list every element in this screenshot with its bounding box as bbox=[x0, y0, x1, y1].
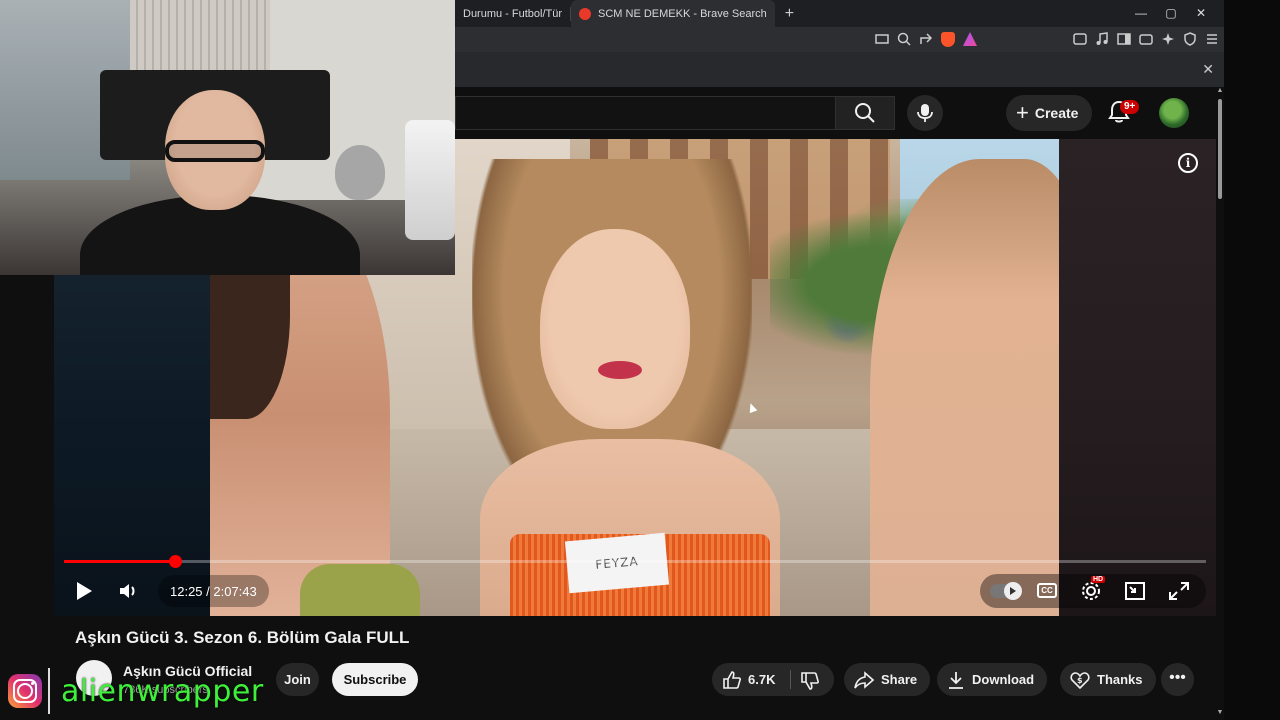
progress-played bbox=[64, 560, 175, 563]
tab-label: Durumu - Futbol/Tür bbox=[463, 7, 563, 20]
hd-badge: HD bbox=[1091, 576, 1106, 583]
download-button[interactable]: Download bbox=[937, 663, 1048, 696]
streamer-glasses bbox=[165, 140, 265, 162]
join-button[interactable]: Join bbox=[276, 663, 319, 696]
share-label: Share bbox=[881, 672, 918, 687]
scroll-down-arrow-icon[interactable]: ▼ bbox=[1216, 709, 1224, 716]
window-controls: — ▢ ✕ bbox=[1126, 0, 1216, 27]
share-button[interactable]: Share bbox=[844, 663, 931, 696]
info-icon[interactable]: i bbox=[1178, 153, 1198, 173]
autoplay-knob bbox=[1004, 582, 1022, 600]
microphone-icon bbox=[917, 104, 933, 122]
leo-ai-icon[interactable] bbox=[1161, 32, 1175, 46]
create-label: Create bbox=[1034, 105, 1079, 121]
play-icon bbox=[76, 582, 92, 600]
streamer-handle: alienwrapper bbox=[61, 674, 264, 709]
player-controls: 12:25 / 2:07:43 CC HD bbox=[54, 571, 1216, 611]
cam-alien-figure bbox=[335, 145, 385, 200]
instagram-icon bbox=[8, 674, 42, 708]
close-infobar-button[interactable]: ✕ bbox=[1202, 61, 1214, 78]
time-display: 12:25 / 2:07:43 bbox=[158, 575, 269, 607]
plus-icon: + bbox=[1016, 100, 1029, 125]
sidebar-icon[interactable] bbox=[1117, 32, 1131, 46]
like-divider bbox=[790, 670, 791, 689]
notification-count-badge: 9+ bbox=[1120, 100, 1140, 114]
brave-shields-icon[interactable] bbox=[941, 32, 955, 47]
desktop-background bbox=[1224, 0, 1280, 720]
svg-text:$: $ bbox=[1077, 676, 1083, 685]
share-arrow-icon bbox=[854, 670, 874, 689]
scroll-up-arrow-icon[interactable]: ▲ bbox=[1216, 87, 1224, 94]
tab-futbol[interactable]: Durumu - Futbol/Tür bbox=[455, 0, 570, 27]
contestant-center-lips bbox=[598, 361, 642, 379]
youtube-header: + Create 9+ bbox=[455, 87, 1224, 139]
like-count[interactable]: 6.7K bbox=[748, 672, 775, 687]
screenshot-icon[interactable] bbox=[1073, 32, 1087, 46]
new-tab-button[interactable]: + bbox=[785, 5, 794, 23]
fullscreen-icon[interactable] bbox=[1169, 582, 1189, 600]
play-button[interactable] bbox=[70, 577, 98, 605]
voice-search-button[interactable] bbox=[907, 95, 943, 131]
user-avatar[interactable] bbox=[1159, 98, 1189, 128]
scrollbar-thumb[interactable] bbox=[1218, 99, 1222, 199]
brave-search-favicon-icon bbox=[579, 7, 592, 20]
more-actions-button[interactable]: ••• bbox=[1161, 663, 1194, 696]
subscribe-button[interactable]: Subscribe bbox=[332, 663, 418, 696]
miniplayer-icon[interactable] bbox=[1125, 582, 1145, 600]
menu-icon[interactable] bbox=[1205, 32, 1219, 46]
subtitles-button[interactable]: CC bbox=[1037, 583, 1057, 598]
music-icon[interactable] bbox=[1095, 32, 1109, 46]
zoom-icon[interactable] bbox=[897, 32, 911, 46]
minimize-button[interactable]: — bbox=[1126, 0, 1156, 27]
create-button[interactable]: + Create bbox=[1006, 95, 1093, 131]
contestant-center-face bbox=[540, 229, 690, 429]
search-input[interactable] bbox=[455, 96, 835, 130]
tab-label: SCM NE DEMEKK - Brave Search bbox=[598, 7, 767, 20]
browser-toolbar bbox=[455, 27, 1224, 52]
address-bar-actions bbox=[875, 32, 977, 47]
dislike-thumb-icon[interactable] bbox=[800, 671, 820, 691]
cam-pegboard bbox=[130, 0, 270, 70]
like-dislike-group: 6.7K bbox=[712, 663, 834, 696]
browser-tab-bar: Durumu - Futbol/Tür SCM NE DEMEKK - Brav… bbox=[455, 0, 1224, 27]
search-icon bbox=[855, 103, 875, 123]
tab-brave-search[interactable]: SCM NE DEMEKK - Brave Search bbox=[571, 0, 775, 27]
browser-extensions bbox=[1073, 32, 1219, 46]
volume-icon bbox=[120, 584, 135, 598]
scrubber-handle[interactable] bbox=[168, 555, 182, 568]
download-icon bbox=[949, 671, 963, 689]
video-title: Aşkın Gücü 3. Sezon 6. Bölüm Gala FULL bbox=[75, 628, 410, 647]
right-controls: CC HD bbox=[980, 574, 1206, 608]
mute-button[interactable] bbox=[115, 577, 143, 605]
autoplay-play-icon bbox=[1010, 587, 1016, 595]
info-bar: ✕ bbox=[455, 52, 1224, 87]
brave-rewards-icon[interactable] bbox=[963, 32, 977, 46]
screen: Durumu - Futbol/Tür SCM NE DEMEKK - Brav… bbox=[0, 0, 1280, 720]
ambient-right bbox=[1059, 139, 1216, 616]
thanks-label: Thanks bbox=[1097, 672, 1143, 687]
cam-blender bbox=[405, 120, 455, 240]
vpn-shield-icon[interactable] bbox=[1183, 32, 1197, 46]
overlay-divider bbox=[48, 668, 50, 714]
download-label: Download bbox=[972, 672, 1035, 687]
wallet-icon[interactable] bbox=[1139, 32, 1153, 46]
autoplay-toggle[interactable] bbox=[990, 582, 1022, 600]
settings-gear-icon[interactable] bbox=[1081, 581, 1101, 601]
thanks-button[interactable]: $ Thanks bbox=[1060, 663, 1156, 696]
thanks-heart-icon: $ bbox=[1070, 671, 1090, 689]
instagram-dot bbox=[31, 682, 34, 685]
instagram-ring bbox=[17, 683, 33, 699]
page-scrollbar[interactable]: ▲ ▼ bbox=[1216, 87, 1224, 720]
reader-mode-icon[interactable] bbox=[875, 32, 889, 46]
share-page-icon[interactable] bbox=[919, 32, 933, 46]
like-thumb-icon[interactable] bbox=[722, 670, 742, 690]
search-button[interactable] bbox=[835, 96, 895, 130]
time-text: 12:25 / 2:07:43 bbox=[170, 583, 257, 599]
streamer bbox=[80, 90, 360, 275]
maximize-button[interactable]: ▢ bbox=[1156, 0, 1186, 27]
webcam-overlay bbox=[0, 0, 455, 275]
close-window-button[interactable]: ✕ bbox=[1186, 0, 1216, 27]
progress-bar[interactable] bbox=[64, 555, 1206, 568]
